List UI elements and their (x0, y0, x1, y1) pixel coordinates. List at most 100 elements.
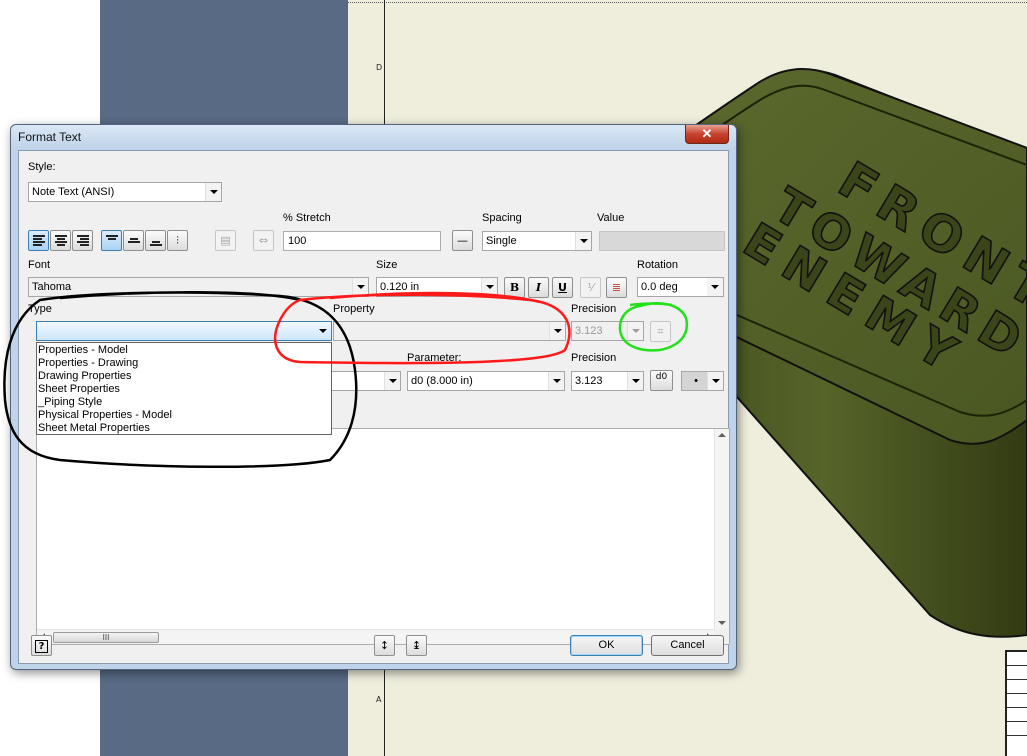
text-color-button[interactable]: ≣ (606, 277, 627, 298)
align-top-button[interactable] (101, 230, 122, 251)
fit-text-button[interactable]: ⇔ (253, 230, 274, 251)
stretch-label: % Stretch (283, 212, 331, 224)
title-block (1005, 650, 1027, 756)
property-label: Property (333, 303, 375, 315)
rotation-label: Rotation (637, 259, 678, 271)
chevron-down-icon (627, 372, 643, 390)
justify-left-button[interactable] (28, 230, 49, 251)
line-spacing-button[interactable]: — (452, 230, 473, 251)
chevron-down-icon (549, 322, 565, 340)
parameter-value: d0 (8.000 in) (411, 375, 473, 387)
single-line-text-button[interactable]: ▤ (215, 230, 236, 251)
chevron-down-icon (548, 372, 564, 390)
align-middle-button[interactable] (123, 230, 144, 251)
align-right-icon (77, 235, 89, 247)
align-middle-icon (128, 238, 140, 250)
precision-select-top[interactable]: 3.123 (571, 321, 644, 341)
font-select[interactable]: Tahoma (28, 277, 369, 297)
fraction-icon: ⅟ (587, 281, 594, 294)
dialog-title: Format Text (18, 130, 82, 144)
insert-parameter-icon: d0 (655, 372, 668, 382)
scroll-down-icon[interactable] (718, 621, 726, 625)
type-option[interactable]: _Piping Style (37, 396, 331, 409)
value-input[interactable] (599, 231, 725, 251)
rotation-select[interactable]: 0.0 deg (637, 277, 724, 297)
type-option[interactable]: Drawing Properties (37, 370, 331, 383)
sheet-top-border (348, 2, 1027, 3)
font-label: Font (28, 259, 51, 271)
type-option[interactable]: Properties - Model (37, 344, 331, 357)
dialog-titlebar[interactable]: Format Text ✕ (11, 125, 736, 149)
insert-property-icon: ⌗ (657, 325, 664, 338)
insert-parameter-button[interactable]: d0 (650, 370, 673, 391)
size-label: Size (376, 259, 398, 271)
text-edit-area[interactable]: III (36, 428, 730, 645)
style-select[interactable]: Note Text (ANSI) (28, 182, 222, 202)
value-label: Value (597, 212, 625, 224)
symbol-select[interactable]: • (681, 371, 724, 391)
type-option[interactable]: Sheet Properties (37, 383, 331, 396)
help-button[interactable]: ? (31, 635, 52, 656)
align-center-icon (55, 235, 67, 247)
scroll-thumb[interactable]: III (53, 632, 159, 643)
bold-button[interactable]: B (504, 277, 525, 298)
chevron-down-icon (205, 183, 221, 201)
precision-label-bottom: Precision (571, 352, 617, 364)
chevron-right-icon (707, 278, 723, 296)
chevron-down-icon (627, 322, 643, 340)
sheet-zone-letter-d: D (376, 63, 383, 72)
sheet-zone-letter-a: A (376, 695, 382, 704)
line-spacing-icon: — (457, 234, 468, 247)
type-option[interactable]: Properties - Drawing (37, 357, 331, 370)
type-label: Type (28, 303, 52, 315)
chevron-down-icon (707, 372, 723, 390)
scroll-up-icon[interactable] (718, 433, 726, 437)
align-bottom-button[interactable] (145, 230, 166, 251)
type-option[interactable]: Physical Properties - Model (37, 409, 331, 422)
spacing-label: Spacing (482, 212, 522, 224)
type-option[interactable]: Sheet Metal Properties (37, 422, 331, 435)
chevron-down-icon (575, 232, 591, 250)
type-select[interactable] (36, 321, 332, 341)
align-left-icon (33, 235, 45, 247)
type-dropdown-list: Properties - Model Properties - Drawing … (36, 342, 332, 435)
parameter-select[interactable]: d0 (8.000 in) (407, 371, 565, 391)
style-label: Style: (28, 161, 56, 173)
precision-select-bottom[interactable]: 3.123 (571, 371, 644, 391)
size-value: 0.120 in (380, 281, 420, 293)
chevron-down-icon (481, 278, 497, 296)
chevron-down-icon (384, 372, 400, 390)
justify-right-button[interactable] (72, 230, 93, 251)
property-select[interactable] (333, 321, 566, 341)
size-select[interactable]: 0.120 in (376, 277, 498, 297)
arrows-vertical-icon: ↨ (411, 639, 422, 652)
align-baseline-button[interactable]: ⫶ (167, 230, 188, 251)
arrows-vertical-icon: ↕ (379, 639, 390, 652)
close-button[interactable]: ✕ (685, 125, 729, 144)
text-color-icon: ≣ (611, 281, 622, 294)
fit-text-icon: ⇔ (258, 234, 269, 247)
chevron-down-icon (352, 278, 368, 296)
underline-button[interactable]: U (552, 277, 573, 298)
cancel-button[interactable]: Cancel (651, 635, 724, 656)
vertical-scrollbar[interactable] (714, 429, 729, 629)
dialog-body: Style: Note Text (ANSI) ⫶ ▤ ⇔ % Stretch … (18, 150, 730, 664)
stack-text-button[interactable]: ⅟ (580, 277, 601, 298)
baseline-icon: ⫶ (176, 234, 179, 247)
increase-spacing-button[interactable]: ↕ (374, 635, 395, 656)
spacing-select[interactable]: Single (482, 231, 592, 251)
ok-button[interactable]: OK (570, 635, 643, 656)
justify-center-button[interactable] (50, 230, 71, 251)
stretch-input[interactable]: 100 (283, 231, 441, 251)
italic-button[interactable]: I (528, 277, 549, 298)
align-top-icon (106, 235, 118, 247)
format-text-dialog: Format Text ✕ Style: Note Text (ANSI) ⫶ … (10, 124, 737, 670)
parameter-label: Parameter: (407, 352, 462, 364)
style-value: Note Text (ANSI) (32, 186, 115, 198)
text-frame-icon: ▤ (220, 234, 231, 247)
chevron-down-icon (315, 322, 331, 340)
precision-label-top: Precision (571, 303, 617, 315)
decrease-spacing-button[interactable]: ↨ (406, 635, 427, 656)
add-property-button[interactable]: ⌗ (650, 321, 671, 342)
font-value: Tahoma (32, 281, 72, 293)
